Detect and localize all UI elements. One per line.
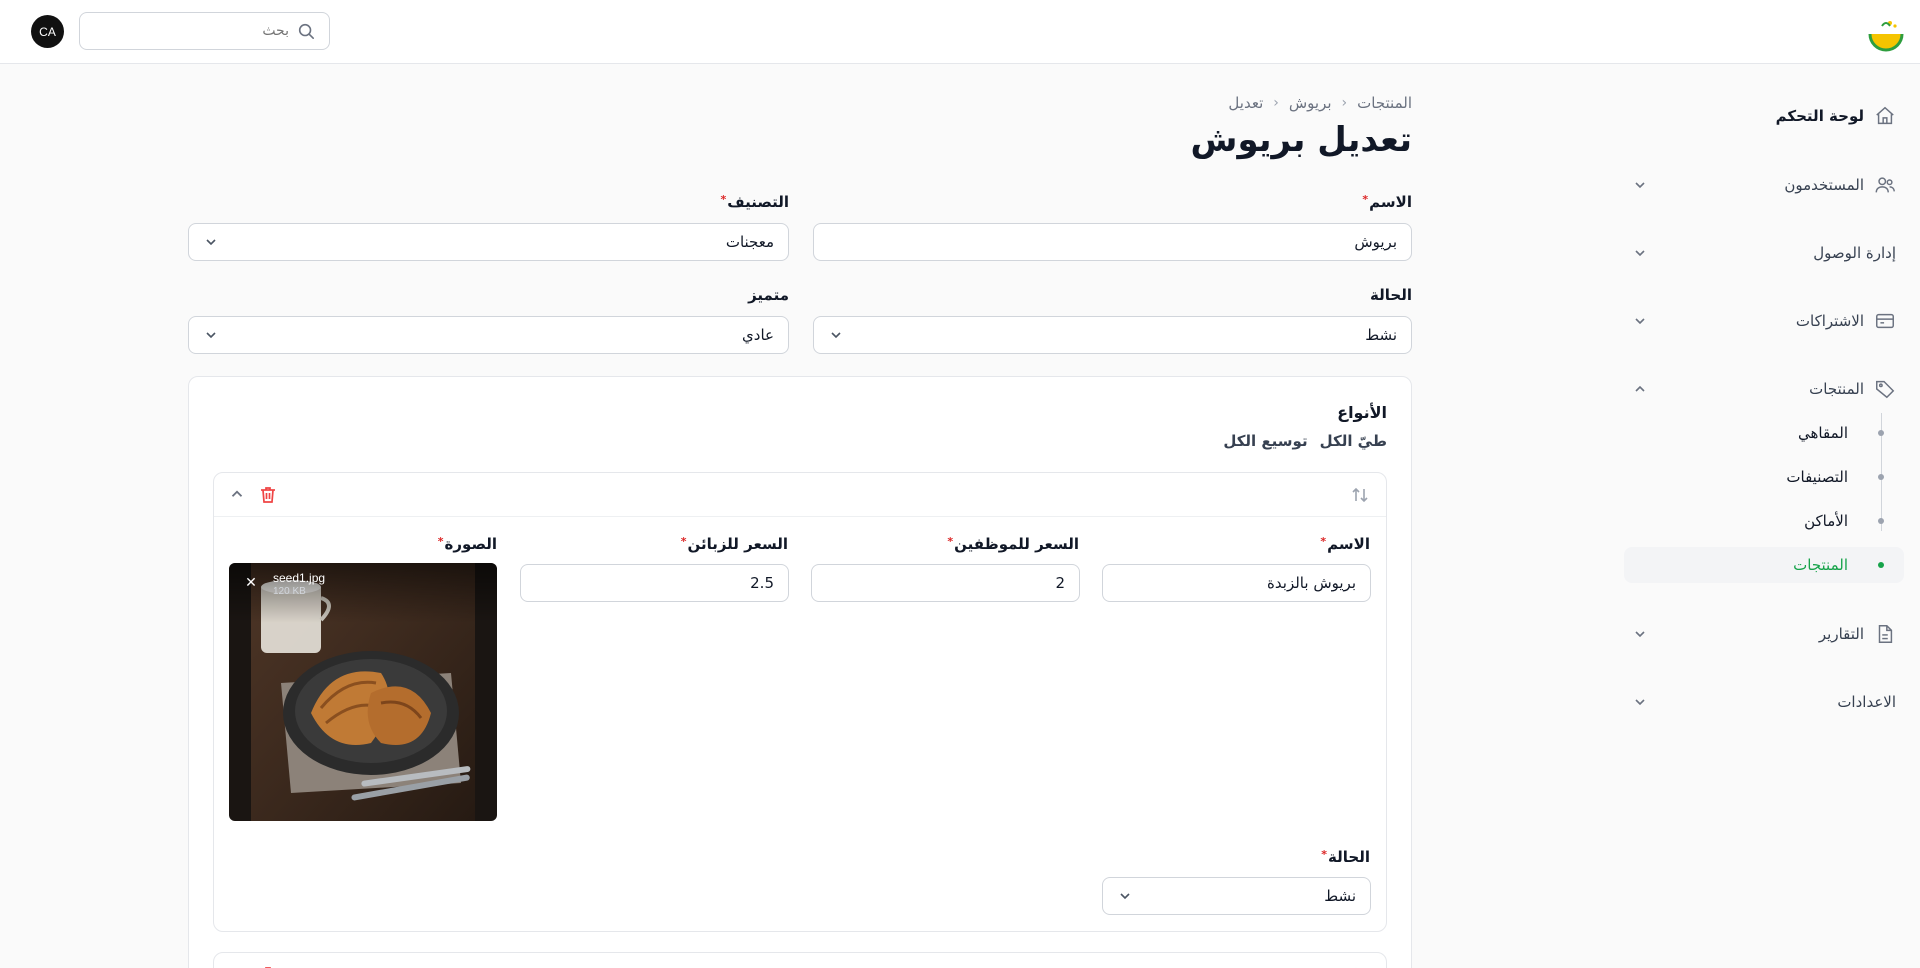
sidebar-item-label: إدارة الوصول [1813,244,1896,262]
types-actions: طيّ الكل توسيع الكل [1223,432,1387,450]
item-name-field[interactable]: بريوش بالزبدة [1102,564,1371,602]
trash-icon[interactable] [258,485,278,505]
search-icon [297,22,315,40]
sidebar: لوحة التحكم المستخدمون إدارة الوصول الاش… [1600,64,1920,968]
search-input[interactable] [129,23,289,39]
chevron-down-icon [203,327,219,343]
expand-all-button[interactable]: توسيع الكل [1223,432,1307,450]
status-select[interactable]: نشط [813,316,1412,354]
document-icon [1874,623,1896,645]
chevron-down-icon [203,234,219,250]
home-icon [1874,105,1896,127]
chevron-up-icon[interactable] [228,485,246,503]
item-status-select[interactable]: نشط [1102,877,1371,915]
breadcrumb-item-edit: تعديل [1228,94,1264,112]
sidebar-subitem-places[interactable]: الأماكن [1624,503,1904,539]
item-status-value: نشط [1324,887,1356,905]
sidebar-item-products[interactable]: المنتجات [1624,369,1896,409]
sidebar-item-label: المنتجات [1809,380,1864,398]
sidebar-item-settings[interactable]: الاعدادات [1624,682,1896,722]
sidebar-item-label: الاعدادات [1837,693,1896,711]
main-content: المنتجات ‹ بريوش ‹ تعديل تعديل بريوش الا… [188,64,1412,968]
tag-icon [1874,378,1896,400]
type-item-card: الاسم* بريوش بالزبدة السعر للموظفين* 2 ا… [213,472,1387,932]
image-label: الصورة* [437,535,497,553]
submenu-dot-active [1878,562,1884,568]
image-filesize: 120 KB [273,586,306,597]
chevron-left-icon: ‹ [1341,95,1348,111]
sidebar-subitem-label: التصنيفات [1786,468,1848,486]
chevron-up-icon [1632,381,1648,397]
app-logo[interactable] [1866,14,1906,54]
featured-select-value: عادي [742,326,774,344]
customer-price-label: السعر للزبائن* [680,535,788,553]
image-filename: seed1.jpg [273,571,326,585]
types-title: الأنواع [1337,403,1387,422]
sidebar-item-dashboard[interactable]: لوحة التحكم [1624,96,1896,136]
category-label: التصنيف* [720,193,789,211]
name-field-value: بريوش [1354,233,1397,251]
chevron-down-icon [1117,888,1133,904]
breadcrumb-item-brioche[interactable]: بريوش [1289,94,1332,112]
sidebar-subitem-label: المنتجات [1793,556,1848,574]
item-name-field-value: بريوش بالزبدة [1267,574,1356,592]
sidebar-subitem-cafes[interactable]: المقاهي [1624,415,1904,451]
status-label: الحالة [1370,286,1412,304]
type-item-header [214,473,1386,517]
sidebar-item-subscriptions[interactable]: الاشتراكات [1624,301,1896,341]
featured-label: متميز [748,286,789,304]
chevron-down-icon [1632,626,1648,642]
sidebar-item-access-management[interactable]: إدارة الوصول [1624,233,1896,273]
sidebar-subitem-label: المقاهي [1798,424,1848,442]
chevron-down-icon [1632,177,1648,193]
name-field[interactable]: بريوش [813,223,1412,261]
page-title: تعديل بريوش [1190,120,1412,160]
customer-price-value: 2.5 [750,574,774,592]
item-name-label: الاسم* [1320,535,1370,553]
subscriptions-icon [1874,310,1896,332]
item-status-label: الحالة* [1321,848,1370,866]
reorder-icon[interactable] [1350,485,1370,505]
featured-select[interactable]: عادي [188,316,789,354]
category-select[interactable]: معجنات [188,223,789,261]
category-select-value: معجنات [725,233,774,251]
breadcrumb: المنتجات ‹ بريوش ‹ تعديل [1228,94,1412,112]
employee-price-label: السعر للموظفين* [947,535,1079,553]
employee-price-field[interactable]: 2 [811,564,1080,602]
user-avatar[interactable]: CA [31,15,64,48]
sidebar-item-reports[interactable]: التقارير [1624,614,1896,654]
name-label: الاسم* [1362,193,1412,211]
type-item-card-collapsed [213,952,1387,968]
status-select-value: نشط [1365,326,1397,344]
sidebar-subitem-products[interactable]: المنتجات [1624,547,1904,583]
search-box[interactable] [79,12,330,50]
chevron-down-icon [1632,245,1648,261]
types-section: الأنواع طيّ الكل توسيع الكل الاسم* بريوش… [188,376,1412,968]
sidebar-subitem-label: الأماكن [1804,512,1848,530]
users-icon [1874,174,1896,196]
chevron-down-icon [1632,313,1648,329]
sidebar-item-label: الاشتراكات [1795,312,1864,330]
image-overlay [229,563,497,623]
breadcrumb-item-products[interactable]: المنتجات [1357,94,1412,112]
sidebar-item-label: المستخدمون [1784,176,1864,194]
close-icon[interactable]: ✕ [243,575,259,591]
sidebar-item-users[interactable]: المستخدمون [1624,165,1896,205]
sidebar-item-label: التقارير [1818,625,1864,643]
sidebar-item-label: لوحة التحكم [1775,107,1864,125]
customer-price-field[interactable]: 2.5 [520,564,789,602]
sidebar-subitem-categories[interactable]: التصنيفات [1624,459,1904,495]
top-bar: CA [0,0,1920,64]
chevron-left-icon: ‹ [1273,95,1279,111]
image-upload-preview[interactable]: ✕ seed1.jpg 120 KB [229,563,497,821]
chevron-down-icon [1632,694,1648,710]
employee-price-value: 2 [1055,574,1065,592]
chevron-down-icon [828,327,844,343]
collapse-all-button[interactable]: طيّ الكل [1320,432,1387,450]
